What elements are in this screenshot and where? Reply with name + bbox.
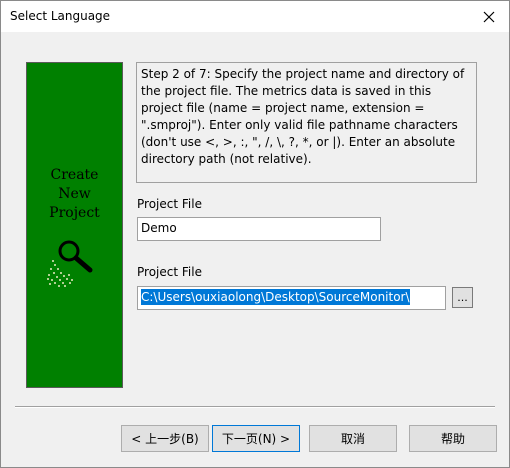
project-name-input[interactable]: Demo bbox=[137, 217, 381, 241]
project-dir-input[interactable]: C:\Users\ouxiaolong\Desktop\SourceMonito… bbox=[137, 286, 446, 310]
caption-line-new: New bbox=[58, 186, 91, 202]
close-icon bbox=[483, 11, 495, 22]
back-button[interactable]: < 上一步(B) bbox=[121, 425, 209, 452]
help-button[interactable]: 帮助 bbox=[409, 425, 497, 452]
wizard-window: Select Language Create New Project Step … bbox=[0, 0, 510, 468]
window-title: Select Language bbox=[10, 9, 111, 23]
wizard-image-panel: Create New Project bbox=[26, 62, 123, 388]
wizard-image-caption: Create New Project bbox=[27, 166, 122, 223]
next-button[interactable]: 下一页(N) > bbox=[212, 425, 300, 452]
selected-path-text: C:\Users\ouxiaolong\Desktop\SourceMonito… bbox=[141, 289, 410, 305]
title-bar: Select Language bbox=[1, 1, 509, 32]
close-button[interactable] bbox=[469, 1, 509, 32]
magnifier-icon bbox=[47, 240, 93, 287]
browse-button[interactable]: ... bbox=[452, 287, 473, 308]
cancel-button[interactable]: 取消 bbox=[309, 425, 397, 452]
step-description: Step 2 of 7: Specify the project name an… bbox=[136, 62, 477, 183]
project-name-label: Project File bbox=[137, 197, 202, 211]
project-dir-label: Project File bbox=[137, 265, 202, 279]
caption-line-project: Project bbox=[49, 205, 100, 221]
button-divider bbox=[15, 406, 495, 408]
caption-line-create: Create bbox=[50, 167, 99, 183]
